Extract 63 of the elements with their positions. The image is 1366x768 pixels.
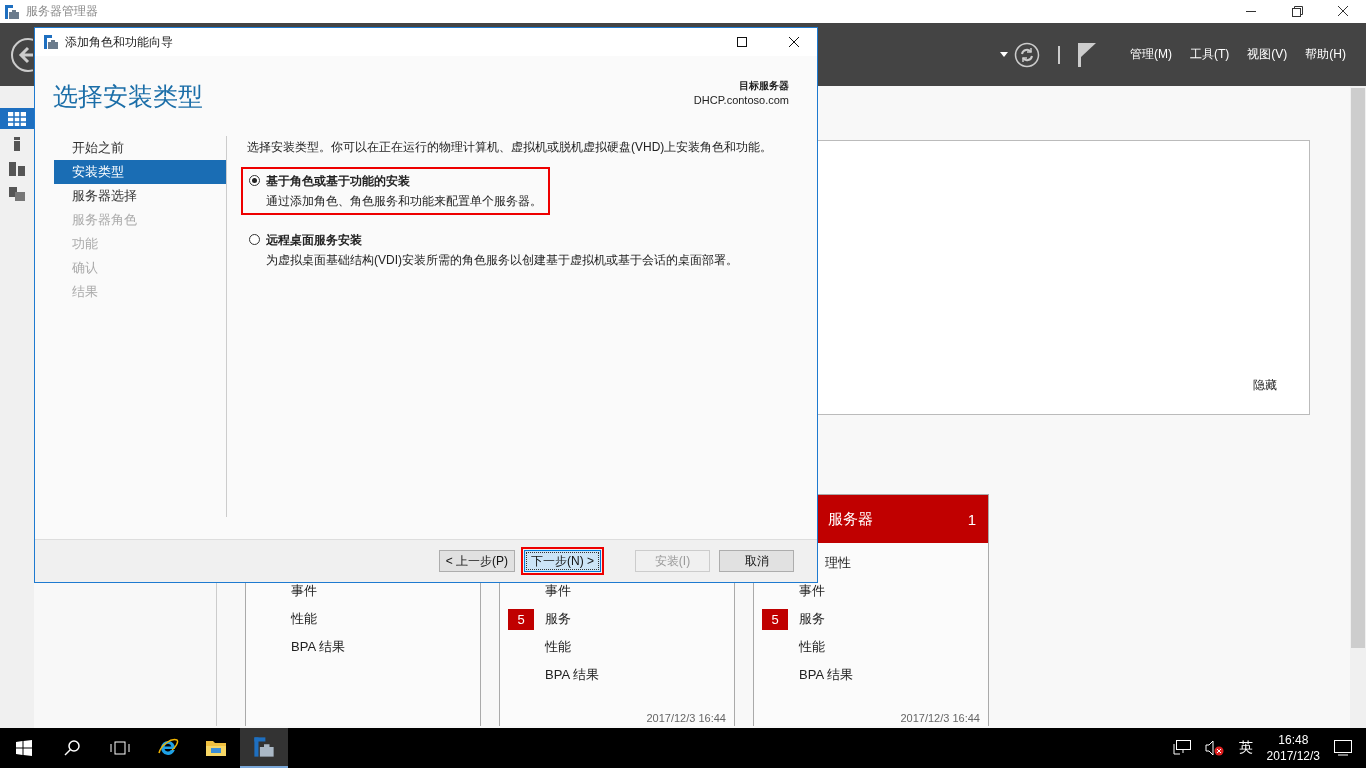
menu-item[interactable]: 视图(V) bbox=[1247, 46, 1288, 63]
folder-icon bbox=[205, 739, 227, 757]
tile-title: 服务器 bbox=[828, 509, 873, 529]
caret-icon[interactable] bbox=[1000, 52, 1008, 57]
menu-item[interactable]: 管理(M) bbox=[1130, 46, 1172, 63]
count-badge: 5 bbox=[762, 608, 788, 630]
tile-item[interactable]: BPA 结果 bbox=[545, 666, 599, 684]
wizard-step[interactable]: 安装类型 bbox=[54, 160, 226, 184]
tile-item[interactable]: 事件 bbox=[545, 582, 571, 600]
count-badge: 5 bbox=[508, 608, 534, 630]
muted-speaker-icon[interactable] bbox=[1204, 740, 1225, 756]
refresh-icon[interactable] bbox=[1014, 41, 1040, 68]
window-title: 服务器管理器 bbox=[26, 3, 99, 20]
option-title: 基于角色或基于功能的安装 bbox=[266, 173, 411, 190]
tile-item[interactable]: BPA 结果 bbox=[291, 638, 345, 656]
option-description: 通过添加角色、角色服务和功能来配置单个服务器。 bbox=[266, 194, 542, 208]
timestamp: 2017/12/3 16:44 bbox=[645, 712, 727, 726]
wizard-button[interactable]: 下一步(N) > bbox=[524, 550, 601, 572]
menu-item[interactable]: 工具(T) bbox=[1190, 46, 1230, 63]
flag-icon[interactable] bbox=[1078, 42, 1096, 67]
wizard-button[interactable]: < 上一步(P) bbox=[438, 550, 515, 572]
server-manager-icon bbox=[253, 736, 275, 758]
app-icon bbox=[4, 3, 20, 20]
tile-item[interactable]: 服务 bbox=[799, 610, 825, 628]
radio-button[interactable] bbox=[249, 234, 260, 245]
radio-button[interactable] bbox=[249, 175, 260, 186]
back-icon[interactable] bbox=[10, 36, 33, 73]
input-language[interactable]: 英 bbox=[1238, 739, 1253, 757]
dialog-title: 添加角色和功能向导 bbox=[65, 33, 174, 51]
servers-icon[interactable] bbox=[9, 161, 25, 176]
tile-item[interactable]: 性能 bbox=[291, 610, 317, 628]
tile-item[interactable]: BPA 结果 bbox=[799, 666, 853, 684]
tile-item[interactable]: 服务 bbox=[545, 610, 571, 628]
search-icon bbox=[64, 740, 80, 756]
start-icon bbox=[16, 740, 32, 756]
target-label: 目标服务器 bbox=[738, 79, 789, 93]
timestamp: 2017/12/3 16:44 bbox=[899, 712, 981, 726]
wizard-icon bbox=[43, 34, 59, 50]
scrollbar[interactable] bbox=[1350, 86, 1366, 728]
tile-item[interactable]: 事件 bbox=[799, 582, 825, 600]
option-description: 为虚拟桌面基础结构(VDI)安装所需的角色服务以创建基于虚拟机或基于会话的桌面部署。 bbox=[266, 253, 738, 267]
tile-item[interactable]: 事件 bbox=[291, 582, 317, 600]
tile-item[interactable]: 性能 bbox=[545, 638, 571, 656]
tile-item[interactable]: 性能 bbox=[799, 638, 825, 656]
task-view-icon bbox=[110, 741, 130, 755]
tile-item[interactable]: 理性 bbox=[825, 554, 851, 572]
roles-icon[interactable] bbox=[9, 186, 25, 201]
tile-count: 1 bbox=[967, 510, 976, 528]
page-heading: 选择安装类型 bbox=[53, 81, 203, 112]
wizard-step[interactable]: 服务器选择 bbox=[54, 184, 226, 208]
wizard-button[interactable]: 取消 bbox=[719, 550, 794, 572]
dashboard-icon[interactable] bbox=[8, 111, 26, 126]
instruction-text: 选择安装类型。你可以在正在运行的物理计算机、虚拟机或脱机虚拟硬盘(VHD)上安装角色和功能。 bbox=[247, 139, 774, 156]
server-manager-button[interactable] bbox=[240, 728, 288, 768]
target-server: DHCP.contoso.com bbox=[693, 94, 789, 106]
info-icon[interactable] bbox=[14, 136, 20, 151]
network-icon[interactable] bbox=[1172, 740, 1191, 756]
menu-item[interactable]: 帮助(H) bbox=[1305, 46, 1346, 63]
hide-link[interactable]: 隐藏 bbox=[1253, 377, 1277, 394]
option-title: 远程桌面服务安装 bbox=[266, 232, 363, 249]
clock[interactable]: 16:48 2017/12/3 bbox=[1266, 732, 1320, 764]
wizard-step[interactable]: 开始之前 bbox=[54, 136, 226, 160]
notification-icon[interactable] bbox=[1334, 740, 1352, 756]
